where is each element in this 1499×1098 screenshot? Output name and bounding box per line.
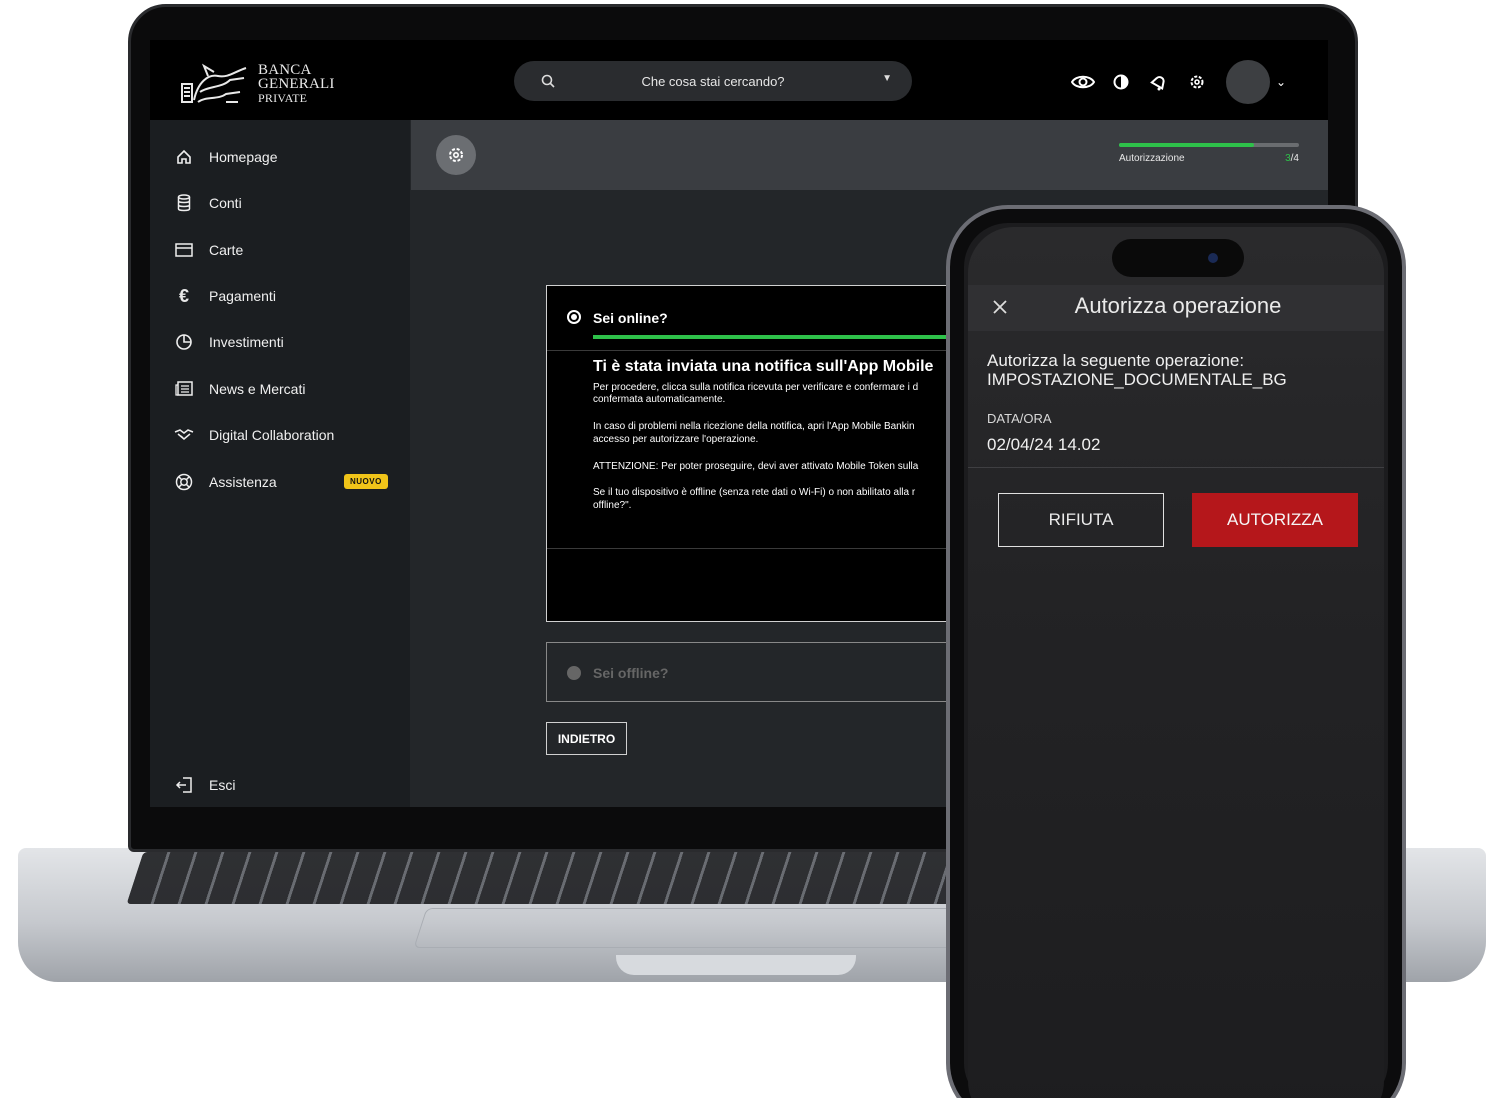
- offline-option-card[interactable]: Sei offline?: [546, 642, 986, 702]
- sidebar-item-investimenti[interactable]: Investimenti: [174, 329, 394, 355]
- warning-text: ATTENZIONE: Per poter proseguire, devi a…: [593, 461, 919, 472]
- sidebar-item-label: Pagamenti: [209, 288, 276, 304]
- coins-icon: [174, 193, 194, 213]
- settings-button[interactable]: [436, 135, 476, 175]
- instruction-text: Per procedere, clicca sulla notifica ric…: [593, 382, 919, 393]
- datetime-label: DATA/ORA: [987, 411, 1052, 426]
- divider: [968, 467, 1384, 468]
- divider: [547, 548, 987, 549]
- top-actions: ⌄: [1070, 60, 1286, 104]
- sidebar-item-label: News e Mercati: [209, 381, 306, 397]
- logout-icon: [174, 775, 194, 795]
- divider: [547, 350, 987, 351]
- instruction-text: confermata automaticamente.: [593, 394, 726, 405]
- authorization-progress: Autorizzazione 3/4: [1119, 143, 1299, 164]
- sidebar-item-label: Investimenti: [209, 334, 284, 350]
- lifebuoy-icon: [174, 472, 194, 492]
- online-radio[interactable]: [567, 310, 581, 324]
- datetime-value: 02/04/24 14.02: [987, 435, 1101, 454]
- instruction-text: accesso per autorizzare l'operazione.: [593, 434, 759, 445]
- sidebar-item-assistenza[interactable]: Assistenza NUOVO: [174, 469, 394, 495]
- online-option-card[interactable]: Sei online? Ti è stata inviata una notif…: [546, 285, 993, 622]
- online-progress-bar: [593, 335, 993, 339]
- offline-title: Sei offline?: [593, 665, 669, 681]
- bell-icon[interactable]: [1146, 69, 1172, 95]
- top-bar: BANCA GENERALI PRIVATE Che cosa stai cer…: [150, 40, 1328, 120]
- newspaper-icon: [174, 379, 194, 399]
- handshake-icon: [174, 425, 194, 445]
- sidebar-item-pagamenti[interactable]: € Pagamenti: [174, 283, 394, 309]
- search-bar[interactable]: Che cosa stai cercando? ▼: [514, 61, 912, 101]
- progress-track: [1119, 143, 1299, 147]
- sidebar: Homepage Conti Carte € Pagamenti Investi…: [150, 120, 410, 807]
- dynamic-island: [1112, 239, 1244, 277]
- brand-logo[interactable]: BANCA GENERALI PRIVATE: [178, 62, 338, 106]
- progress-label: Autorizzazione: [1119, 153, 1185, 164]
- sidebar-item-label: Homepage: [209, 149, 278, 165]
- pie-chart-icon: [174, 332, 194, 352]
- eye-icon[interactable]: [1070, 69, 1096, 95]
- phone-header: Autorizza operazione: [968, 285, 1384, 331]
- brand-name: BANCA GENERALI PRIVATE: [258, 62, 335, 106]
- sidebar-item-label: Assistenza: [209, 474, 277, 490]
- avatar[interactable]: [1226, 60, 1270, 104]
- sidebar-item-label: Digital Collaboration: [209, 427, 335, 443]
- euro-icon: €: [178, 285, 189, 306]
- contrast-icon[interactable]: [1108, 69, 1134, 95]
- card-icon: [174, 240, 194, 260]
- sidebar-item-label: Esci: [209, 777, 236, 793]
- offline-radio[interactable]: [567, 666, 581, 680]
- sidebar-item-label: Carte: [209, 242, 244, 258]
- home-icon: [174, 147, 194, 167]
- sidebar-item-conti[interactable]: Conti: [174, 190, 394, 216]
- sidebar-item-digital-collaboration[interactable]: Digital Collaboration: [174, 422, 394, 448]
- progress-fill: [1119, 143, 1254, 147]
- close-icon[interactable]: [990, 297, 1010, 317]
- new-badge: NUOVO: [344, 474, 388, 489]
- phone-title: Autorizza operazione: [1074, 293, 1282, 318]
- sidebar-item-homepage[interactable]: Homepage: [174, 144, 394, 170]
- sidebar-item-logout[interactable]: Esci: [174, 772, 394, 798]
- online-title: Sei online?: [593, 310, 668, 326]
- instruction-text: offline?".: [593, 500, 632, 511]
- instruction-text: In caso di problemi nella ricezione dell…: [593, 421, 915, 432]
- search-icon: [541, 74, 555, 88]
- phone-device: Autorizza operazione Autorizza la seguen…: [946, 205, 1406, 1098]
- instruction-text: Se il tuo dispositivo è offline (senza r…: [593, 487, 916, 498]
- laptop-notch: [616, 955, 856, 975]
- sidebar-item-label: Conti: [209, 195, 242, 211]
- step-header: Autorizzazione 3/4: [411, 120, 1328, 190]
- caret-down-icon[interactable]: ▼: [882, 73, 892, 84]
- progress-count: 3/4: [1285, 153, 1299, 164]
- chevron-down-icon[interactable]: ⌄: [1276, 75, 1286, 89]
- lion-logo-icon: [181, 63, 247, 103]
- notification-heading: Ti è stata inviata una notifica sull'App…: [593, 358, 934, 375]
- phone-screen: Autorizza operazione Autorizza la seguen…: [968, 227, 1384, 1098]
- reject-button[interactable]: RIFIUTA: [998, 493, 1164, 547]
- authorize-button[interactable]: AUTORIZZA: [1192, 493, 1358, 547]
- operation-description: Autorizza la seguente operazione: IMPOST…: [987, 351, 1287, 389]
- settings-gear-icon[interactable]: [1184, 69, 1210, 95]
- sidebar-item-news[interactable]: News e Mercati: [174, 376, 394, 402]
- back-button[interactable]: INDIETRO: [546, 722, 627, 755]
- sidebar-item-carte[interactable]: Carte: [174, 237, 394, 263]
- gear-icon: [449, 148, 463, 162]
- search-placeholder: Che cosa stai cercando?: [641, 73, 785, 89]
